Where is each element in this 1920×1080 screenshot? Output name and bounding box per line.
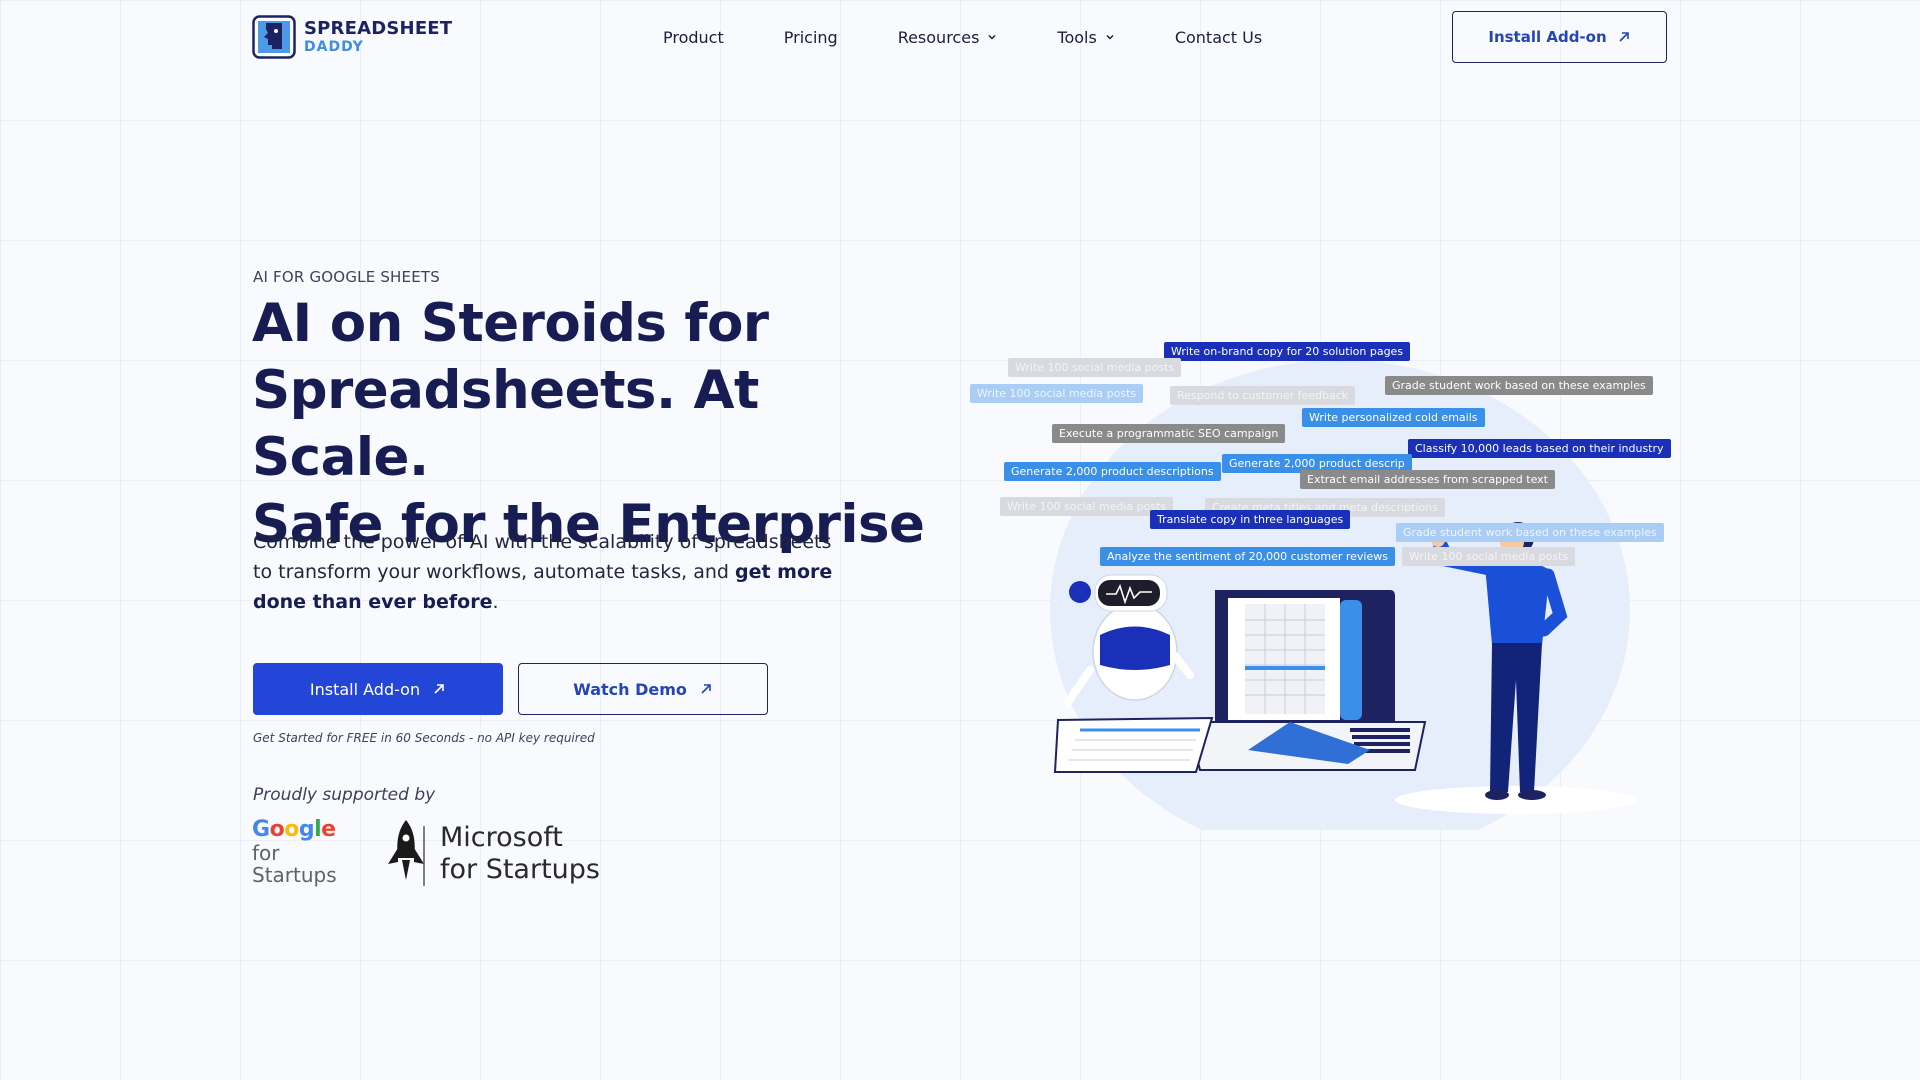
task-tag: Write 100 social media posts [970, 384, 1144, 403]
brand-name-line2: DADDY [304, 39, 364, 55]
illustration-graphic [1050, 360, 1635, 830]
ms-line2: for Startups [440, 854, 600, 885]
install-addon-button[interactable]: Install Add-on [253, 663, 503, 715]
top-navigation: SPREADSHEET DADDY Product Pricing Resour… [0, 0, 1920, 74]
google-for-label: for [252, 841, 280, 865]
chevron-down-icon [988, 34, 996, 40]
headline-line2: Spreadsheets. At Scale. [252, 360, 759, 488]
task-tag: Generate 2,000 product descriptions [1004, 462, 1221, 481]
logo-mark-icon [252, 15, 296, 59]
nav-product[interactable]: Product [663, 26, 724, 48]
task-tag: Grade student work based on these exampl… [1396, 523, 1664, 542]
watch-demo-button[interactable]: Watch Demo [518, 663, 768, 715]
arrow-up-right-icon [1619, 32, 1629, 42]
headline-line1: AI on Steroids for [252, 293, 769, 354]
google-for-startups-logo: Google for Startups [252, 818, 342, 890]
rocket-icon [388, 820, 425, 886]
hero-headline: AI on Steroids for Spreadsheets. At Scal… [252, 290, 952, 558]
arrow-up-right-icon [701, 684, 711, 694]
nav-install-addon-button[interactable]: Install Add-on [1452, 11, 1667, 63]
ms-line1: Microsoft [440, 822, 563, 853]
watch-demo-label: Watch Demo [573, 679, 687, 699]
task-tag: Classify 10,000 leads based on their ind… [1408, 439, 1671, 458]
fine-print: Get Started for FREE in 60 Seconds - no … [253, 731, 595, 745]
task-tag: Grade student work based on these exampl… [1385, 376, 1653, 395]
task-tag: Extract email addresses from scrapped te… [1300, 470, 1555, 489]
nav-install-label: Install Add-on [1488, 28, 1607, 46]
task-tag: Respond to customer feedback [1170, 386, 1356, 405]
task-tag: Write on-brand copy for 20 solution page… [1164, 342, 1411, 361]
nav-product-label: Product [663, 27, 724, 47]
nav-contact-label: Contact Us [1174, 27, 1263, 47]
task-tag: Translate copy in three languages [1150, 510, 1351, 529]
task-tag: Write 100 social media posts [1000, 497, 1174, 516]
nav-tools-label: Tools [1057, 27, 1097, 47]
nav-pricing-label: Pricing [783, 27, 838, 47]
task-tag: Write 100 social media posts [1008, 358, 1182, 377]
task-tag: Analyze the sentiment of 20,000 customer… [1100, 547, 1395, 566]
nav-contact-us[interactable]: Contact Us [1175, 26, 1262, 48]
sub-end: . [492, 591, 499, 613]
nav-resources[interactable]: Resources [898, 26, 998, 48]
main-menu: Product Pricing Resources Tools Contact … [663, 26, 1262, 48]
brand-name-line1: SPREADSHEET [304, 18, 453, 39]
nav-resources-label: Resources [897, 27, 980, 47]
supported-by-label: Proudly supported by [253, 785, 436, 805]
nav-pricing[interactable]: Pricing [784, 26, 838, 48]
task-tag: Execute a programmatic SEO campaign [1052, 424, 1286, 443]
task-tag: Write 100 social media posts [1402, 547, 1576, 566]
arrow-up-right-icon [434, 684, 444, 694]
google-wordmark: Google [252, 817, 336, 842]
install-addon-label: Install Add-on [309, 679, 421, 699]
brand-logo[interactable]: SPREADSHEET DADDY [252, 14, 452, 60]
microsoft-for-startups-logo: Microsoft for Startups [384, 818, 600, 890]
nav-tools[interactable]: Tools [1057, 26, 1114, 48]
task-tag: Write personalized cold emails [1302, 408, 1485, 427]
chevron-down-icon [1106, 34, 1114, 40]
hero-illustration: Write on-brand copy for 20 solution page… [960, 330, 1680, 830]
hero-subheading: Combine the power of AI with the scalabi… [253, 527, 843, 617]
hero-eyebrow: AI FOR GOOGLE SHEETS [253, 268, 440, 286]
google-startups-label: Startups [252, 863, 337, 887]
